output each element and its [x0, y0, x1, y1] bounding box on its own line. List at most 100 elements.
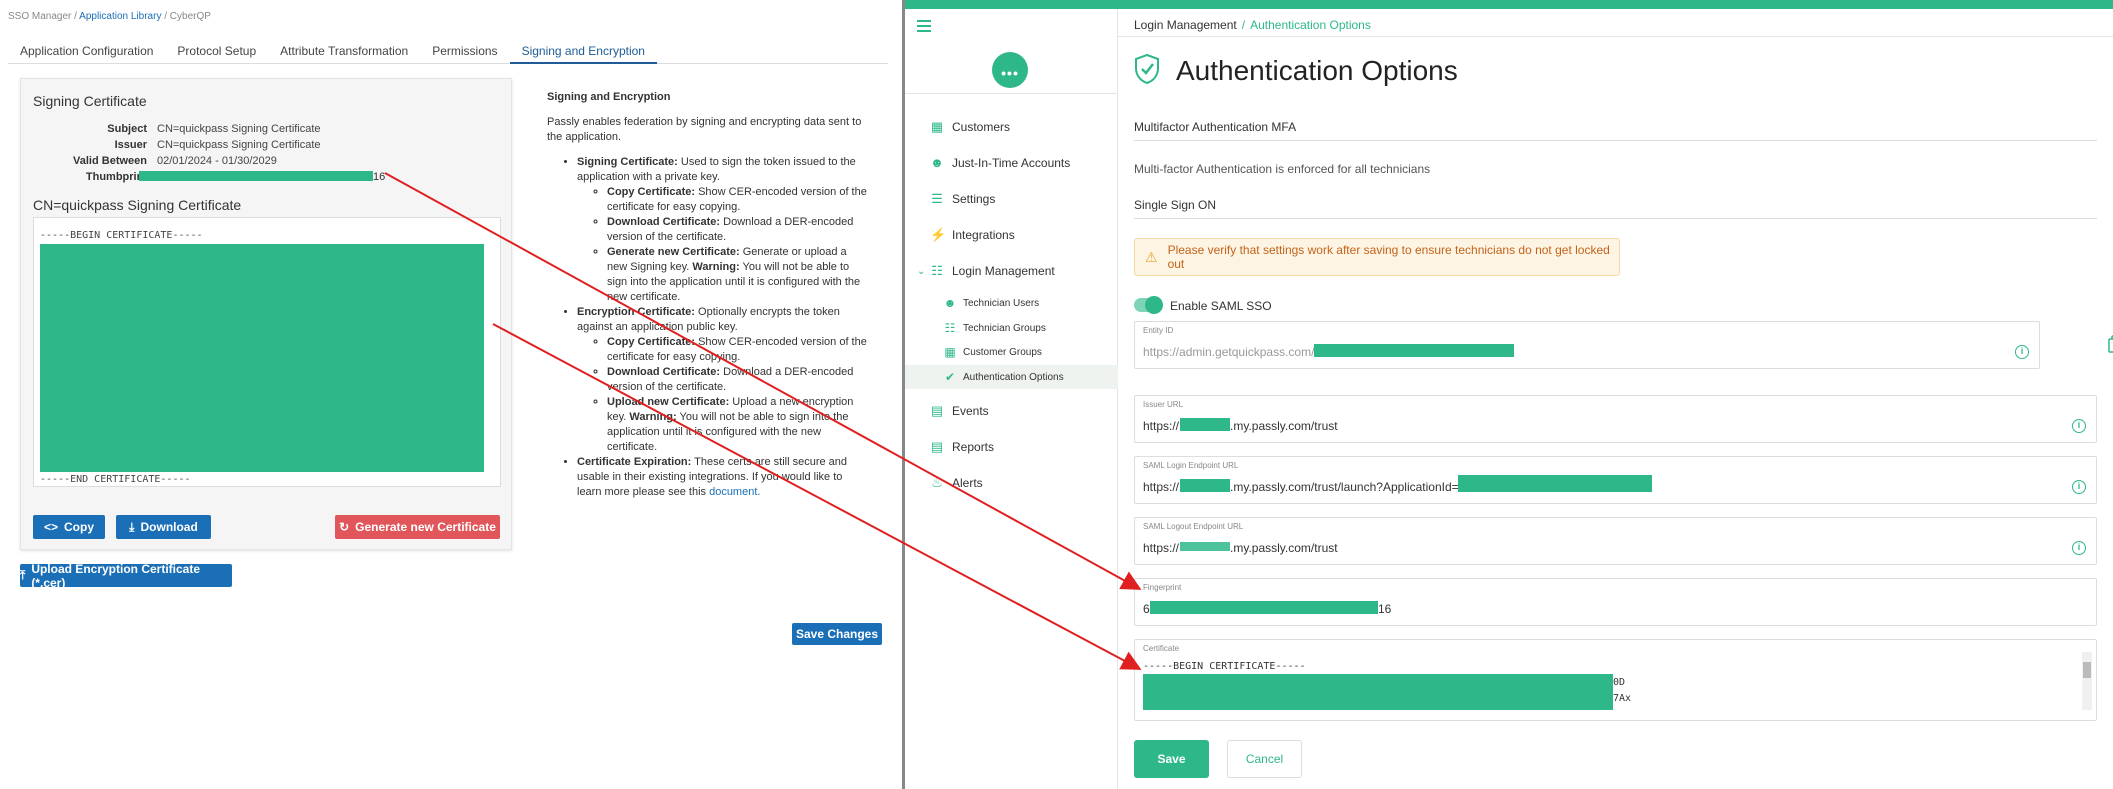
sidebar-item-customer-groups[interactable]: ▦ Customer Groups — [905, 340, 1118, 364]
redaction — [1150, 601, 1378, 614]
help-item: Download Certificate: Download a DER-enc… — [607, 365, 867, 395]
certificate-text-box[interactable]: -----BEGIN CERTIFICATE----- -----END CER… — [33, 217, 501, 487]
help-bold: Certificate Expiration: — [577, 456, 692, 468]
login-url-prefix: https:// — [1143, 480, 1180, 494]
field-label: SAML Login Endpoint URL — [1143, 461, 1239, 470]
help-item: Signing Certificate: Used to sign the to… — [577, 155, 867, 305]
warning-text: Please verify that settings work after s… — [1167, 243, 1610, 271]
sliders-icon: ☰ — [931, 191, 943, 206]
logout-url-prefix: https:// — [1143, 541, 1180, 555]
info-icon[interactable]: i — [2015, 345, 2029, 359]
sidebar-item-customers[interactable]: ▦ Customers — [905, 112, 1118, 142]
certificate-textarea[interactable]: Certificate -----BEGIN CERTIFICATE----- … — [1134, 639, 2097, 721]
sso-section-title: Single Sign ON — [1134, 198, 1217, 212]
enable-saml-toggle[interactable] — [1134, 296, 1163, 314]
issuer-url-field[interactable]: Issuer URL https:// .my.passly.com/trust… — [1134, 395, 2097, 443]
help-item: Copy Certificate: Show CER-encoded versi… — [607, 185, 867, 215]
login-url-suffix: .my.passly.com/trust/launch?ApplicationI… — [1230, 480, 1466, 494]
bolt-icon: ⚡ — [930, 227, 947, 242]
breadcrumb-parent[interactable]: Login Management — [1134, 18, 1237, 32]
breadcrumb-sep: / — [164, 11, 167, 22]
help-bold: Warning: — [629, 411, 677, 423]
section-divider — [1134, 140, 2097, 141]
breadcrumb-library-link[interactable]: Application Library — [79, 11, 161, 22]
fingerprint-field[interactable]: Fingerprint 6 16 — [1134, 578, 2097, 626]
chat-logo-icon: ••• — [992, 52, 1028, 88]
certificate-begin-line: -----BEGIN CERTIFICATE----- — [1143, 661, 1306, 672]
sidebar-item-jit-accounts[interactable]: ☻ Just-In-Time Accounts — [905, 148, 1118, 178]
sidebar-item-technician-groups[interactable]: ☷ Technician Groups — [905, 316, 1118, 340]
save-changes-button[interactable]: Save Changes — [792, 623, 882, 645]
help-item: Upload new Certificate: Upload a new enc… — [607, 395, 867, 455]
breadcrumb-root[interactable]: SSO Manager — [8, 11, 71, 22]
cert-subject-heading: CN=quickpass Signing Certificate — [33, 197, 242, 213]
redaction — [1180, 479, 1230, 492]
tab-protocol-setup[interactable]: Protocol Setup — [165, 40, 268, 64]
issuer-value: CN=quickpass Signing Certificate — [157, 139, 321, 151]
tab-attribute-transformation[interactable]: Attribute Transformation — [268, 40, 420, 64]
help-item: Download Certificate: Download a DER-enc… — [607, 215, 867, 245]
sidebar-item-reports[interactable]: ▤ Reports — [905, 432, 1118, 462]
user-icon: ☻ — [943, 296, 957, 310]
section-divider — [1134, 218, 2097, 219]
copy-label: Copy — [64, 520, 94, 534]
cancel-button[interactable]: Cancel — [1227, 740, 1302, 778]
help-item: Encryption Certificate: Optionally encry… — [577, 305, 867, 455]
saml-login-url-field[interactable]: SAML Login Endpoint URL https:// .my.pas… — [1134, 456, 2097, 504]
download-button[interactable]: ⤓ Download — [116, 515, 211, 539]
certificate-line-end: 7Ax — [1613, 693, 1632, 704]
sidebar-item-label: Login Management — [952, 264, 1055, 278]
help-bold: Upload new Certificate: — [607, 396, 730, 408]
sidebar-item-alerts[interactable]: ♨ Alerts — [905, 468, 1118, 498]
info-icon[interactable]: i — [2072, 480, 2086, 494]
sidebar-item-integrations[interactable]: ⚡ Integrations — [905, 220, 1118, 250]
sidebar-item-technician-users[interactable]: ☻ Technician Users — [905, 291, 1118, 315]
signing-certificate-card: Signing Certificate Subject CN=quickpass … — [20, 78, 512, 550]
thumbprint-key: Thumbprint — [85, 171, 147, 183]
redaction — [1314, 344, 1514, 357]
upload-icon: ⤒ — [20, 568, 26, 582]
sidebar-item-settings[interactable]: ☰ Settings — [905, 184, 1118, 214]
scrollbar[interactable] — [2082, 652, 2092, 710]
hamburger-menu-icon[interactable] — [917, 20, 931, 32]
help-bold: Download Certificate: — [607, 216, 721, 228]
upload-label: Upload Encryption Certificate (*.cer) — [31, 561, 201, 590]
redaction — [1180, 542, 1230, 551]
copy-button[interactable]: <> Copy — [33, 515, 105, 539]
subject-key: Subject — [107, 123, 147, 135]
grid-icon: ▦ — [944, 345, 956, 359]
info-icon[interactable]: i — [2072, 541, 2086, 555]
breadcrumb: Login Management / Authentication Options — [1134, 18, 1371, 32]
tab-signing-and-encryption[interactable]: Signing and Encryption — [509, 40, 657, 64]
sidebar-item-authentication-options[interactable]: ✔ Authentication Options — [905, 365, 1118, 389]
subject-value: CN=quickpass Signing Certificate — [157, 123, 321, 135]
redaction — [1143, 674, 1613, 710]
entity-id-field[interactable]: Entity ID https://admin.getquickpass.com… — [1134, 321, 2040, 369]
breadcrumb-current: CyberQP — [169, 11, 211, 22]
redaction — [1458, 475, 1652, 492]
upload-encryption-certificate-button[interactable]: ⤒ Upload Encryption Certificate (*.cer) — [20, 561, 232, 590]
sidebar-item-login-management[interactable]: ⌄ ☷ Login Management — [905, 256, 1118, 286]
enable-saml-label: Enable SAML SSO — [1170, 299, 1272, 313]
help-title: Signing and Encryption — [547, 91, 671, 103]
issuer-key: Issuer — [114, 139, 147, 151]
quickpass-panel: ••• ▦ Customers ☻ Just-In-Time Accounts ☰ S… — [905, 0, 2113, 789]
sidebar-item-label: Settings — [952, 192, 996, 206]
tab-application-configuration[interactable]: Application Configuration — [8, 40, 165, 64]
building-icon: ▦ — [930, 119, 944, 134]
saml-logout-url-field[interactable]: SAML Logout Endpoint URL https:// .my.pa… — [1134, 517, 2097, 565]
help-bold: Signing Certificate: — [577, 156, 678, 168]
sidebar-item-events[interactable]: ▤ Events — [905, 396, 1118, 426]
info-icon[interactable]: i — [2072, 419, 2086, 433]
help-bold: Encryption Certificate: — [577, 306, 695, 318]
field-label: Issuer URL — [1143, 400, 1184, 409]
save-button[interactable]: Save — [1134, 740, 1209, 778]
valid-key: Valid Between — [73, 155, 147, 167]
sso-manager-panel: SSO Manager / Application Library / Cybe… — [0, 0, 904, 789]
tab-permissions[interactable]: Permissions — [420, 40, 509, 64]
generate-certificate-button[interactable]: ↻ Generate new Certificate — [335, 515, 500, 539]
copy-icon[interactable] — [2108, 335, 2113, 353]
document-link[interactable]: document. — [709, 486, 760, 498]
clipboard-icon: ▤ — [930, 439, 944, 454]
breadcrumb-sep: / — [1241, 18, 1246, 32]
